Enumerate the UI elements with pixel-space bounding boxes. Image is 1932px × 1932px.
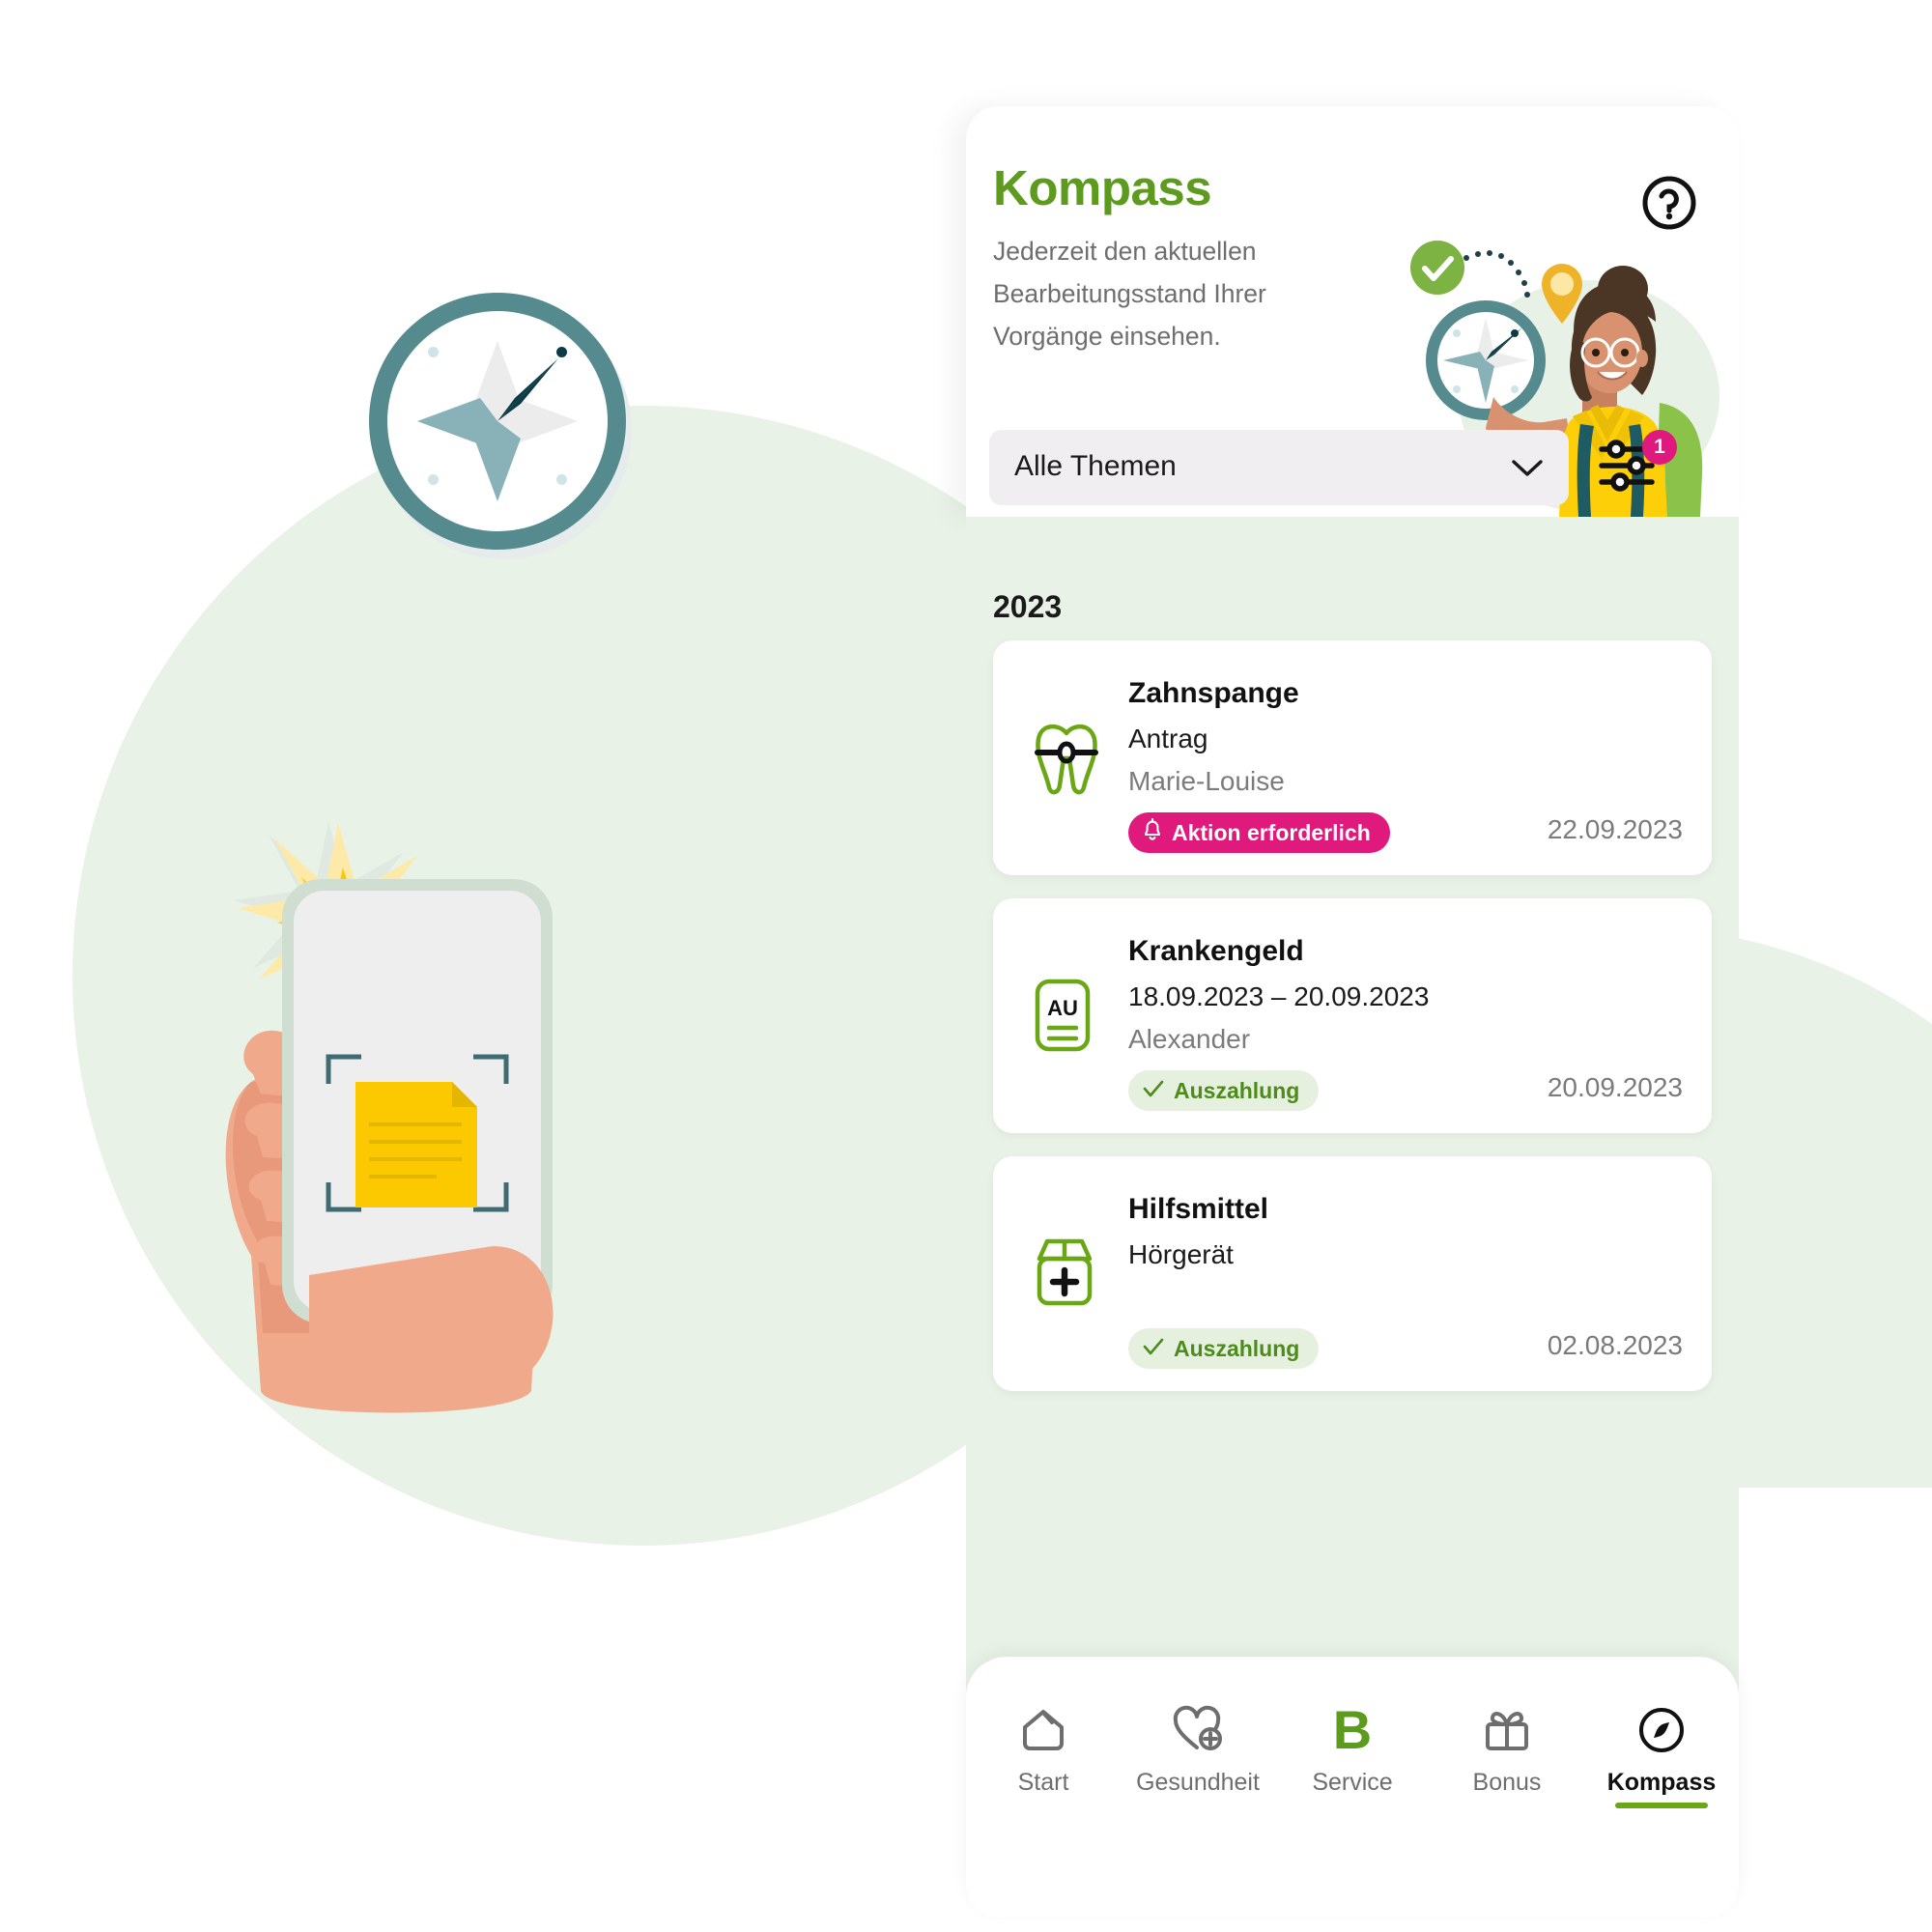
card-title: Krankengeld [1128,935,1304,967]
nav-item-bonus[interactable]: Bonus [1435,1701,1579,1808]
chevron-down-icon [1511,458,1544,484]
nav-label: Gesundheit [1136,1769,1260,1796]
app-phone-frame: Kompass Jederzeit den aktuellen Bearbeit… [966,106,1739,1918]
screenshot-root: Kompass Jederzeit den aktuellen Bearbeit… [0,0,1932,1932]
gift-icon [1482,1701,1532,1759]
card-title: Hilfsmittel [1128,1193,1269,1225]
check-icon [1142,1078,1174,1104]
process-card[interactable]: AU Krankengeld 18.09.2023 – 20.09.2023 A… [993,898,1712,1133]
bottom-navigation: Start Gesundheit B Service Bonus Kompass [966,1657,1739,1918]
process-card[interactable]: Hilfsmittel Hörgerät Auszahlung 02.08.20… [993,1156,1712,1391]
page-subtitle: Jederzeit den aktuellen Bearbeitungsstan… [993,237,1266,351]
card-line-secondary: Marie-Louise [1128,766,1285,796]
status-badge-label: Aktion erforderlich [1172,819,1371,845]
year-heading: 2023 [993,589,1063,624]
heart-plus-icon [1171,1701,1225,1759]
card-line-secondary: Alexander [1128,1024,1251,1054]
process-card[interactable]: Zahnspange Antrag Marie-Louise Aktion er… [993,640,1712,875]
check-icon [1142,1336,1174,1362]
card-title: Zahnspange [1128,677,1299,709]
card-date: 20.09.2023 [1547,1072,1683,1102]
status-badge: Aktion erforderlich [1128,812,1390,853]
nav-item-service[interactable]: B Service [1280,1701,1425,1808]
tooth-braces-icon [1032,720,1101,795]
card-date: 22.09.2023 [1547,814,1683,844]
status-badge: Auszahlung [1128,1328,1320,1369]
svg-text:AU: AU [1047,996,1078,1020]
card-line-primary: Hörgerät [1128,1239,1234,1269]
app-header: Kompass Jederzeit den aktuellen Bearbeit… [966,106,1739,517]
nav-label: Kompass [1606,1769,1717,1796]
nav-item-start[interactable]: Start [971,1701,1116,1808]
nav-active-indicator [1615,1803,1708,1808]
nav-label: Service [1312,1769,1393,1796]
filter-badge-count: 1 [1642,430,1677,465]
aid-box-icon [1032,1236,1101,1311]
status-badge: Auszahlung [1128,1070,1320,1111]
status-badge-label: Auszahlung [1174,1077,1300,1103]
nav-label: Start [1017,1769,1069,1796]
process-list: 2023 Zahnspange Antrag Marie-Louise Akti… [966,517,1739,1918]
topic-select-value: Alle Themen [1014,450,1177,482]
bell-icon [1142,817,1172,847]
card-line-primary: Antrag [1128,724,1208,753]
page-title: Kompass [993,160,1212,215]
au-document-icon: AU [1032,978,1101,1053]
topic-select[interactable]: Alle Themen [989,430,1569,505]
card-date: 02.08.2023 [1547,1330,1683,1360]
status-badge-label: Auszahlung [1174,1335,1300,1361]
b-logo-icon: B [1332,1699,1373,1760]
filter-settings-button[interactable]: 1 [1596,430,1677,499]
home-icon [1018,1701,1068,1759]
card-line-primary: 18.09.2023 – 20.09.2023 [1128,981,1430,1011]
compass-icon [1636,1701,1687,1759]
nav-item-kompass[interactable]: Kompass [1589,1701,1734,1808]
filter-row: Alle Themen 1 [989,430,1716,505]
nav-label: Bonus [1472,1769,1542,1796]
compass-illustration [369,293,638,559]
nav-item-gesundheit[interactable]: Gesundheit [1125,1701,1270,1808]
hand-holding-phone-illustration [193,792,657,1420]
